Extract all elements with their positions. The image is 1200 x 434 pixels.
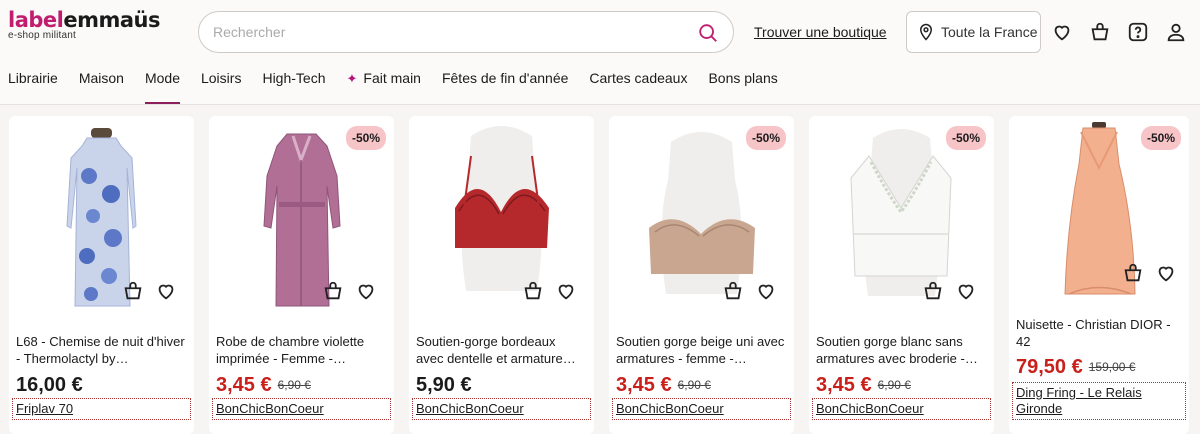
seller-link[interactable]: BonChicBonCoeur: [212, 398, 391, 420]
add-to-cart-icon[interactable]: [722, 280, 744, 302]
product-card[interactable]: -50% Nuisette - Christian DIOR - 42 79,5…: [1009, 116, 1189, 434]
favorite-icon[interactable]: [155, 280, 177, 302]
product-card[interactable]: -50% Robe de chambre violette imprimée -…: [209, 116, 394, 434]
site-logo[interactable]: labelemmaüs e-shop militant: [8, 8, 160, 41]
user-icon[interactable]: [1165, 21, 1187, 43]
search-bar: [198, 11, 734, 53]
product-price: 79,50 €159,00 €: [1016, 356, 1136, 378]
location-selector[interactable]: Toute la France: [906, 11, 1041, 53]
product-title[interactable]: Soutien-gorge bordeaux avec dentelle et …: [416, 333, 586, 367]
nav-item-fetes[interactable]: Fêtes de fin d'année: [442, 64, 568, 104]
product-price: 16,00 €: [16, 374, 83, 396]
discount-badge: -50%: [945, 126, 986, 150]
product-price: 5,90 €: [416, 374, 472, 396]
old-price: 6,90 €: [877, 378, 911, 392]
discount-badge: -50%: [1140, 126, 1181, 150]
product-card[interactable]: L68 - Chemise de nuit d'hiver - Thermola…: [9, 116, 194, 434]
favorite-icon[interactable]: [955, 280, 977, 302]
product-title[interactable]: L68 - Chemise de nuit d'hiver - Thermola…: [16, 333, 186, 367]
discount-badge: -50%: [745, 126, 786, 150]
logo-emmaus-text: emmaüs: [63, 8, 160, 32]
seller-link[interactable]: Friplav 70: [12, 398, 191, 420]
heart-icon[interactable]: [1051, 21, 1073, 43]
nav-item-high-tech[interactable]: High-Tech: [262, 64, 325, 104]
nav-item-bons-plans[interactable]: Bons plans: [708, 64, 777, 104]
location-pin-icon: [919, 23, 933, 41]
old-price: 6,90 €: [277, 378, 311, 392]
nav-item-librairie[interactable]: Librairie: [8, 64, 58, 104]
product-card[interactable]: Soutien-gorge bordeaux avec dentelle et …: [409, 116, 594, 434]
product-price: 3,45 €6,90 €: [216, 374, 311, 396]
logo-label-text: label: [8, 8, 64, 32]
location-label: Toute la France: [941, 24, 1038, 40]
favorite-icon[interactable]: [355, 280, 377, 302]
favorite-icon[interactable]: [1155, 262, 1177, 284]
nav-item-loisirs[interactable]: Loisirs: [201, 64, 241, 104]
add-to-cart-icon[interactable]: [122, 280, 144, 302]
search-icon[interactable]: [697, 22, 719, 44]
seller-link[interactable]: BonChicBonCoeur: [612, 398, 791, 420]
product-title[interactable]: Robe de chambre violette imprimée - Femm…: [216, 333, 386, 367]
product-title[interactable]: Soutien gorge beige uni avec armatures -…: [616, 333, 786, 367]
product-grid: L68 - Chemise de nuit d'hiver - Thermola…: [9, 116, 1200, 434]
seller-link[interactable]: Ding Fring - Le Relais Gironde: [1012, 382, 1186, 420]
find-store-link[interactable]: Trouver une boutique: [754, 24, 887, 40]
seller-link[interactable]: BonChicBonCoeur: [412, 398, 591, 420]
add-to-cart-icon[interactable]: [1122, 262, 1144, 284]
nav-item-maison[interactable]: Maison: [79, 64, 124, 104]
help-icon[interactable]: [1127, 21, 1149, 43]
search-input[interactable]: [213, 12, 683, 52]
discount-badge: -50%: [345, 126, 386, 150]
nav-item-cartes-cadeaux[interactable]: Cartes cadeaux: [589, 64, 687, 104]
product-card[interactable]: -50% Soutien gorge blanc sans armatures …: [809, 116, 994, 434]
product-title[interactable]: Nuisette - Christian DIOR - 42: [1016, 316, 1186, 350]
product-price: 3,45 €6,90 €: [616, 374, 711, 396]
old-price: 6,90 €: [677, 378, 711, 392]
add-to-cart-icon[interactable]: [322, 280, 344, 302]
product-price: 3,45 €6,90 €: [816, 374, 911, 396]
add-to-cart-icon[interactable]: [522, 280, 544, 302]
product-card[interactable]: -50% Soutien gorge beige uni avec armatu…: [609, 116, 794, 434]
site-header: labelemmaüs e-shop militant Trouver une …: [0, 0, 1200, 105]
nav-item-fait-main[interactable]: ✦ Fait main: [346, 64, 420, 104]
product-title[interactable]: Soutien gorge blanc sans armatures avec …: [816, 333, 986, 367]
seller-link[interactable]: BonChicBonCoeur: [812, 398, 991, 420]
sparkle-icon: ✦: [346, 71, 358, 86]
old-price: 159,00 €: [1088, 360, 1136, 374]
main-nav: Librairie Maison Mode Loisirs High-Tech …: [0, 64, 791, 104]
basket-icon[interactable]: [1089, 21, 1111, 43]
favorite-icon[interactable]: [755, 280, 777, 302]
add-to-cart-icon[interactable]: [922, 280, 944, 302]
favorite-icon[interactable]: [555, 280, 577, 302]
nav-item-mode[interactable]: Mode: [144, 64, 181, 104]
